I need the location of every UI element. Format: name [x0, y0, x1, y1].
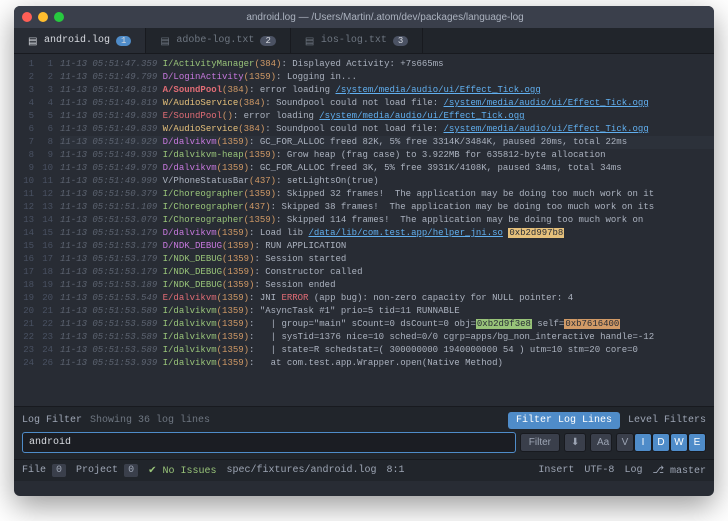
sb-issues[interactable]: ✔ No Issues — [148, 465, 216, 477]
log-line[interactable]: 11-13 05:51:49.979 D/dalvikvm(1359): GC_… — [60, 162, 714, 175]
log-line[interactable]: 11-13 05:51:49.839 W/AudioService(384): … — [60, 123, 714, 136]
log-line[interactable]: 11-13 05:51:50.379 I/Choreographer(1359)… — [60, 188, 714, 201]
log-line[interactable]: 11-13 05:51:49.819 W/AudioService(384): … — [60, 97, 714, 110]
sb-cursor[interactable]: 8:1 — [387, 465, 405, 476]
level-filter-V[interactable]: V — [616, 433, 634, 452]
close-icon[interactable] — [22, 12, 32, 22]
log-line[interactable]: 11-13 05:51:49.839 E/SoundPool(): error … — [60, 110, 714, 123]
sb-branch[interactable]: ⎇ master — [652, 465, 706, 477]
file-icon: ▤ — [28, 36, 38, 46]
log-line[interactable]: 11-13 05:51:53.589 I/dalvikvm(1359): | s… — [60, 331, 714, 344]
file-icon: ▤ — [305, 36, 315, 46]
tab-bar: ▤ android.log 1 ▤ adobe-log.txt 2 ▤ ios-log.txt… — [14, 28, 714, 54]
filter-count: Showing 36 log lines — [90, 415, 210, 426]
sb-file[interactable]: File 0 — [22, 465, 66, 476]
level-filter-I[interactable]: I — [634, 433, 652, 452]
level-filter-W[interactable]: W — [670, 433, 688, 452]
sb-path[interactable]: spec/fixtures/android.log — [227, 465, 377, 476]
log-line[interactable]: 11-13 05:51:53.589 I/dalvikvm(1359): | s… — [60, 344, 714, 357]
minimize-icon[interactable] — [38, 12, 48, 22]
download-icon[interactable]: ⬇ — [564, 433, 586, 452]
log-line[interactable]: 11-13 05:51:53.179 I/NDK_DEBUG(1359): Co… — [60, 266, 714, 279]
log-line[interactable]: 11-13 05:51:53.189 I/NDK_DEBUG(1359): Se… — [60, 279, 714, 292]
tab-adobe-log-txt[interactable]: ▤ adobe-log.txt 2 — [146, 28, 290, 53]
gutter-linenum: 123456789101112131415161718192021222324 — [14, 54, 38, 406]
log-line[interactable]: 11-13 05:51:47.359 I/ActivityManager(384… — [60, 58, 714, 71]
sb-insert[interactable]: Insert — [538, 465, 574, 476]
case-sensitive-toggle[interactable]: Aa — [590, 433, 612, 452]
code-lines[interactable]: 11-13 05:51:47.359 I/ActivityManager(384… — [56, 54, 714, 406]
log-line[interactable]: 11-13 05:51:51.109 I/Choreographer(437):… — [60, 201, 714, 214]
log-line[interactable]: 11-13 05:51:49.999 V/PhoneStatusBar(437)… — [60, 175, 714, 188]
log-line[interactable]: 11-13 05:51:53.589 I/dalvikvm(1359): | g… — [60, 318, 714, 331]
sb-project[interactable]: Project 0 — [76, 465, 138, 476]
sb-grammar[interactable]: Log — [624, 465, 642, 476]
window-title: android.log — /Users/Martin/.atom/dev/pa… — [64, 12, 706, 23]
filter-input[interactable] — [22, 432, 516, 453]
log-line[interactable]: 11-13 05:51:53.179 I/NDK_DEBUG(1359): Se… — [60, 253, 714, 266]
filter-button[interactable]: Filter — [520, 433, 560, 452]
log-line[interactable]: 11-13 05:51:49.799 D/LoginActivity(1359)… — [60, 71, 714, 84]
editor-area[interactable]: 123456789101112131415161718192021222324 … — [14, 54, 714, 406]
tab-android-log[interactable]: ▤ android.log 1 — [14, 28, 146, 53]
statusbar: File 0 Project 0 ✔ No Issues spec/fixtur… — [14, 459, 714, 481]
log-line[interactable]: 11-13 05:51:53.939 I/dalvikvm(1359): at … — [60, 357, 714, 370]
titlebar: android.log — /Users/Martin/.atom/dev/pa… — [14, 6, 714, 28]
sb-encoding[interactable]: UTF-8 — [584, 465, 614, 476]
tab-badge: 2 — [260, 36, 275, 46]
log-line[interactable]: 11-13 05:51:53.589 I/dalvikvm(1359): "As… — [60, 305, 714, 318]
gutter-secondary: 1234568910111213141516171819202122232426 — [38, 54, 56, 406]
log-line[interactable]: 11-13 05:51:53.549 E/dalvikvm(1359): JNI… — [60, 292, 714, 305]
log-line[interactable]: 11-13 05:51:49.929 D/dalvikvm(1359): GC_… — [60, 136, 714, 149]
editor-window: android.log — /Users/Martin/.atom/dev/pa… — [14, 6, 714, 496]
tab-label: android.log — [44, 35, 110, 46]
log-line[interactable]: 11-13 05:51:49.939 I/dalvikvm-heap(1359)… — [60, 149, 714, 162]
log-filter-panel: Log Filter Showing 36 log lines Filter L… — [14, 406, 714, 459]
filter-tooltip: Filter Log Lines — [508, 412, 620, 429]
log-line[interactable]: 11-13 05:51:53.179 D/dalvikvm(1359): Loa… — [60, 227, 714, 240]
tab-label: adobe-log.txt — [176, 35, 254, 46]
file-icon: ▤ — [160, 36, 170, 46]
filter-title: Log Filter — [22, 415, 82, 426]
tab-badge: 3 — [393, 36, 408, 46]
log-line[interactable]: 11-13 05:51:53.179 D/NDK_DEBUG(1359): RU… — [60, 240, 714, 253]
log-line[interactable]: 11-13 05:51:53.079 I/Choreographer(1359)… — [60, 214, 714, 227]
tab-badge: 1 — [116, 36, 131, 46]
level-filter-E[interactable]: E — [688, 433, 706, 452]
log-line[interactable]: 11-13 05:51:49.819 A/SoundPool(384): err… — [60, 84, 714, 97]
tab-ios-log-txt[interactable]: ▤ ios-log.txt 3 — [291, 28, 423, 53]
zoom-icon[interactable] — [54, 12, 64, 22]
level-filter-D[interactable]: D — [652, 433, 670, 452]
tab-label: ios-log.txt — [321, 35, 387, 46]
level-filters-label: Level Filters — [628, 415, 706, 426]
